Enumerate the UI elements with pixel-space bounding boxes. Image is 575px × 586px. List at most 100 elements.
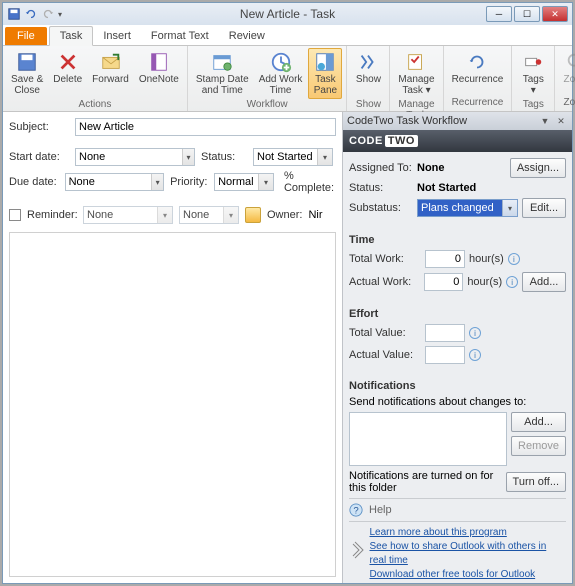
notifications-status: Notifications are turned on for this fol… [349,470,502,494]
substatus-combo[interactable]: Plans changed▾ [417,199,518,217]
info-icon[interactable]: i [508,253,520,265]
recurrence-button[interactable]: Recurrence [448,48,508,88]
reminder-date-combo[interactable]: None▾ [83,206,173,224]
start-date-label: Start date: [9,151,69,163]
maximize-button[interactable]: ☐ [514,6,540,22]
due-date-combo[interactable]: None▾ [65,173,165,191]
ribbon-group-tags: Tags ▾Tags [512,46,555,111]
save-close-button[interactable]: Save & Close [7,48,47,99]
notifications-heading: Notifications [349,380,566,392]
notifications-list[interactable] [349,412,507,466]
undo-icon[interactable] [24,7,38,21]
sound-icon[interactable] [245,207,261,223]
group-label-zoom: Zoom [559,97,575,109]
close-button[interactable]: ✕ [542,6,568,22]
hours-unit: hour(s) [467,276,502,288]
group-label-actions: Actions [7,99,183,110]
tab-task[interactable]: Task [49,26,94,46]
pane-titlebar: CodeTwo Task Workflow ▼ ✕ [343,112,572,130]
reminder-time-combo[interactable]: None▾ [179,206,239,224]
link-download-tools[interactable]: Download other free tools for Outlook [370,568,565,582]
notif-remove-button[interactable]: Remove [511,436,566,456]
tab-file[interactable]: File [5,27,47,45]
ribbon: Save & Close Delete Forward OneNote Acti… [3,46,572,112]
info-icon[interactable]: i [469,327,481,339]
task-form: Subject: New Article Start date: None▾ S… [3,112,342,583]
tab-insert[interactable]: Insert [93,27,141,45]
assign-button[interactable]: Assign... [510,158,566,178]
owner-label: Owner: [267,209,302,221]
help-label: Help [369,504,392,516]
chevron-down-icon[interactable]: ▾ [223,207,238,223]
task-window: ▾ New Article - Task ─ ☐ ✕ File Task Ins… [2,2,573,584]
link-learn-more[interactable]: Learn more about this program [370,526,565,540]
status-label: Status: [201,151,247,163]
status-combo[interactable]: Not Started▾ [253,148,333,166]
onenote-button[interactable]: OneNote [135,48,183,88]
ribbon-tabs: File Task Insert Format Text Review [3,25,572,46]
notifications-text: Send notifications about changes to: [349,396,566,408]
zoom-button[interactable]: Zoom [559,48,575,88]
titlebar: ▾ New Article - Task ─ ☐ ✕ [3,3,572,25]
priority-label: Priority: [170,176,208,188]
add-button[interactable]: Add... [522,272,566,292]
edit-button[interactable]: Edit... [522,198,566,218]
hours-unit: hour(s) [469,253,504,265]
show-button[interactable]: Show [351,48,385,99]
stamp-date-button[interactable]: Stamp Date and Time [192,48,253,99]
save-icon[interactable] [7,7,21,21]
group-label-manage: Manage Task [394,99,438,111]
tags-button[interactable]: Tags ▾ [516,48,550,99]
subject-field[interactable]: New Article [75,118,336,136]
tab-format-text[interactable]: Format Text [141,27,219,45]
assigned-to-value: None [417,162,506,174]
actual-value-label: Actual Value: [349,349,421,361]
total-value-input[interactable] [425,324,465,342]
substatus-label: Substatus: [349,202,413,214]
effort-heading: Effort [349,308,566,320]
priority-combo[interactable]: Normal▾ [214,173,274,191]
qat-dropdown-icon[interactable]: ▾ [58,10,62,19]
task-pane-button[interactable]: Task Pane [308,48,342,99]
ribbon-group-manage: Manage Task ▾Manage Task [390,46,443,111]
tab-review[interactable]: Review [219,27,275,45]
pane-close-icon[interactable]: ✕ [554,114,568,128]
chevron-down-icon[interactable]: ▾ [157,207,172,223]
total-work-label: Total Work: [349,253,421,265]
info-icon[interactable]: i [506,276,518,288]
actual-work-input[interactable]: 0 [424,273,463,291]
total-work-input[interactable]: 0 [425,250,465,268]
chevron-down-icon[interactable]: ▾ [151,174,163,190]
reminder-checkbox[interactable] [9,209,21,221]
turn-off-button[interactable]: Turn off... [506,472,566,492]
ribbon-group-zoom: Zoom Zoom [555,46,575,111]
chevron-down-icon[interactable]: ▾ [182,149,194,165]
pane-dropdown-icon[interactable]: ▼ [538,114,552,128]
task-body-textarea[interactable] [9,232,336,577]
subject-label: Subject: [9,121,69,133]
add-work-time-button[interactable]: Add Work Time [255,48,307,99]
group-label-workflow: Workflow [192,99,343,110]
info-icon[interactable]: i [469,349,481,361]
forward-button[interactable]: Forward [88,48,133,88]
chevron-down-icon[interactable]: ▾ [502,200,517,216]
help-row[interactable]: ? Help [349,498,566,522]
manage-task-button[interactable]: Manage Task ▾ [394,48,438,99]
chevron-down-icon[interactable]: ▾ [317,149,332,165]
notif-add-button[interactable]: Add... [511,412,566,432]
ribbon-group-show: Show Show [347,46,390,111]
start-date-combo[interactable]: None▾ [75,148,195,166]
actual-work-label: Actual Work: [349,276,420,288]
due-date-label: Due date: [9,176,59,188]
minimize-button[interactable]: ─ [486,6,512,22]
arrow-icon [351,540,364,568]
group-label-show: Show [351,99,385,110]
link-share-outlook[interactable]: See how to share Outlook with others in … [370,540,565,568]
pane-status-label: Status: [349,182,413,194]
actual-value-input[interactable] [425,346,465,364]
redo-icon[interactable] [41,7,55,21]
delete-button[interactable]: Delete [49,48,86,88]
chevron-down-icon[interactable]: ▾ [258,174,273,190]
quick-access-toolbar: ▾ [7,7,62,21]
total-value-label: Total Value: [349,327,421,339]
